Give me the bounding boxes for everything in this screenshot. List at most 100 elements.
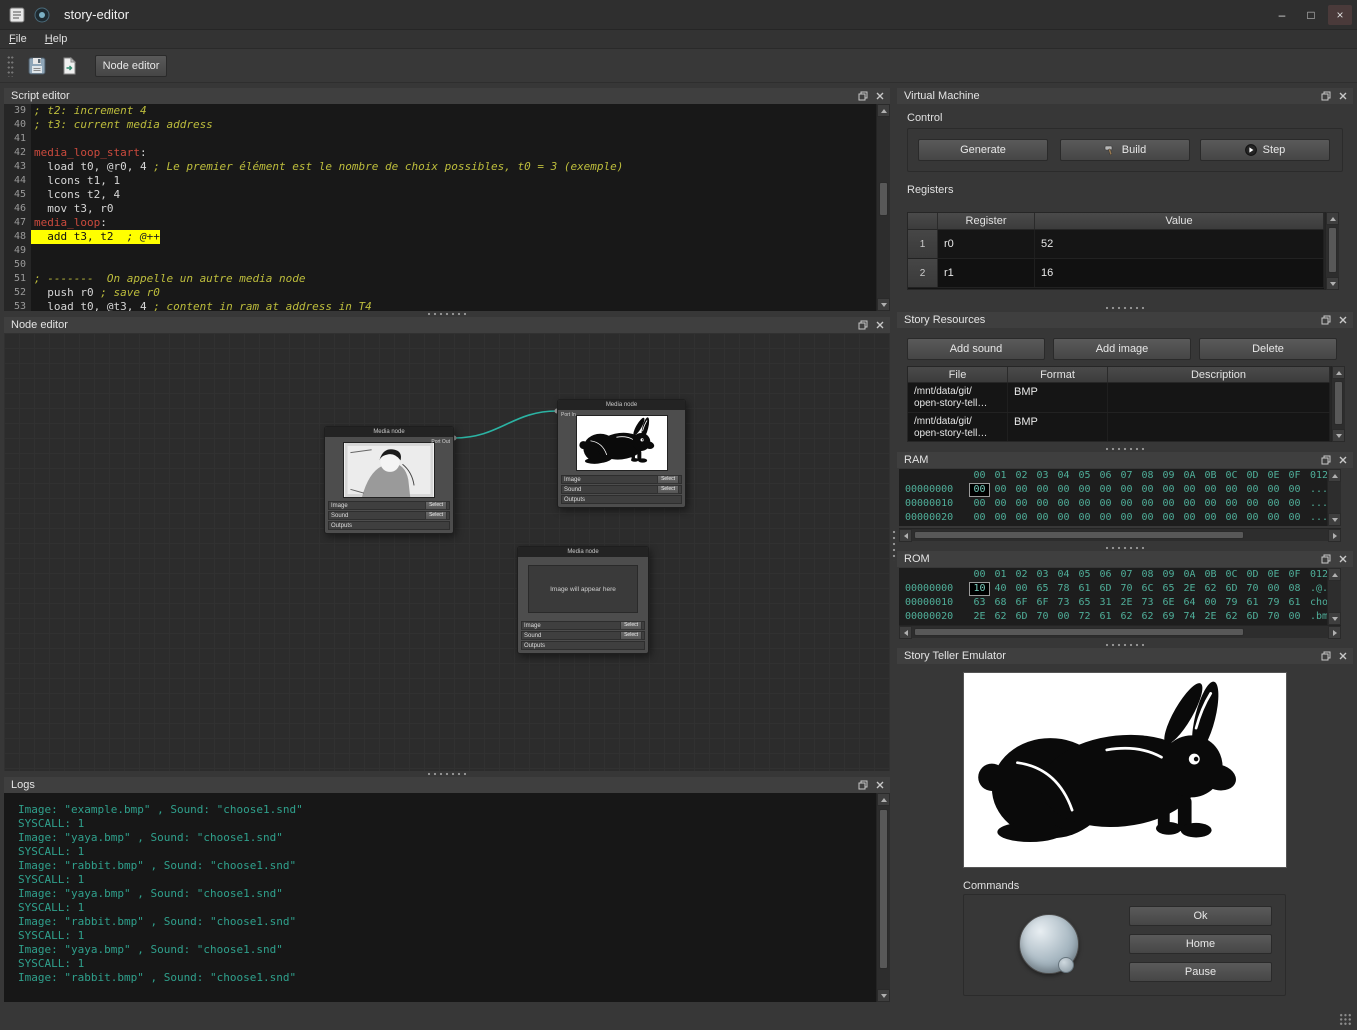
hex-byte[interactable]: 00 xyxy=(1011,511,1032,525)
resize-grip[interactable] xyxy=(1339,1013,1352,1026)
hex-byte[interactable]: 00 xyxy=(1137,511,1158,525)
scroll-left-arrow[interactable] xyxy=(899,529,912,542)
column-splitter[interactable] xyxy=(890,88,897,1002)
toolbar-drag-handle[interactable] xyxy=(7,55,14,77)
hex-byte[interactable]: 73 xyxy=(1137,596,1158,610)
hex-byte[interactable]: 64 xyxy=(1179,596,1200,610)
build-button[interactable]: Build xyxy=(1060,139,1190,161)
line-number[interactable]: 46 xyxy=(4,202,31,216)
close-icon[interactable] xyxy=(873,319,886,331)
scroll-thumb[interactable] xyxy=(914,531,1244,539)
hex-byte[interactable]: 00 xyxy=(1284,610,1305,624)
file-column-header[interactable]: File xyxy=(908,367,1008,382)
hex-byte[interactable]: 00 xyxy=(969,483,990,497)
hex-byte[interactable]: 00 xyxy=(1116,483,1137,497)
maximize-button[interactable]: □ xyxy=(1299,5,1323,25)
scroll-thumb[interactable] xyxy=(879,182,888,216)
scroll-thumb[interactable] xyxy=(879,809,888,969)
hex-byte[interactable]: 00 xyxy=(1200,511,1221,525)
hex-byte[interactable]: 61 xyxy=(1095,610,1116,624)
resource-row[interactable]: /mnt/data/git/ open-story-tell… BMP xyxy=(908,413,1330,442)
scroll-thumb[interactable] xyxy=(1328,227,1337,273)
line-number[interactable]: 43 xyxy=(4,160,31,174)
hex-byte[interactable]: 69 xyxy=(1158,610,1179,624)
menu-file[interactable]: File xyxy=(0,30,36,49)
float-icon[interactable] xyxy=(1319,553,1332,565)
hex-byte[interactable]: 78 xyxy=(1053,582,1074,596)
minimize-button[interactable]: – xyxy=(1270,5,1294,25)
scroll-down-arrow[interactable] xyxy=(1326,277,1339,290)
hex-byte[interactable]: 6D xyxy=(1221,582,1242,596)
hex-byte[interactable]: 00 xyxy=(990,497,1011,511)
scroll-left-arrow[interactable] xyxy=(899,626,912,639)
hex-byte[interactable]: 2E xyxy=(1179,582,1200,596)
resources-vscrollbar[interactable] xyxy=(1331,366,1345,442)
register-value-cell[interactable]: 52 xyxy=(1035,230,1324,258)
hex-byte[interactable]: 00 xyxy=(1032,497,1053,511)
register-name-cell[interactable]: r1 xyxy=(938,259,1035,287)
home-button[interactable]: Home xyxy=(1129,934,1272,954)
log-console[interactable]: Image: "example.bmp" , Sound: "choose1.s… xyxy=(4,793,876,1002)
value-column-header[interactable]: Value xyxy=(1035,213,1324,229)
logs-vscrollbar[interactable] xyxy=(876,793,890,1002)
close-icon[interactable] xyxy=(873,779,886,791)
menu-help[interactable]: Help xyxy=(36,30,77,49)
hex-byte[interactable]: 61 xyxy=(1284,596,1305,610)
rotary-knob[interactable] xyxy=(1019,914,1079,974)
node-select-button[interactable]: Select xyxy=(657,475,679,484)
hex-byte[interactable]: 00 xyxy=(1011,582,1032,596)
hex-byte[interactable]: 6F xyxy=(1032,596,1053,610)
splitter-rom-emulator[interactable] xyxy=(897,641,1353,648)
hex-byte[interactable]: 00 xyxy=(1263,483,1284,497)
line-number[interactable]: 39 xyxy=(4,104,31,118)
hex-byte[interactable]: 2E xyxy=(1116,596,1137,610)
hex-byte[interactable]: 00 xyxy=(1263,511,1284,525)
hex-byte[interactable]: 00 xyxy=(1179,511,1200,525)
hex-byte[interactable]: 6D xyxy=(1011,610,1032,624)
scroll-thumb[interactable] xyxy=(1334,381,1343,425)
hex-byte[interactable]: 08 xyxy=(1284,582,1305,596)
hex-byte[interactable]: 00 xyxy=(1011,497,1032,511)
splitter-vm-resources[interactable] xyxy=(897,304,1353,312)
close-icon[interactable] xyxy=(873,90,886,102)
line-number[interactable]: 53 xyxy=(4,300,31,311)
splitter-resources-ram[interactable] xyxy=(897,445,1353,452)
hex-byte[interactable]: 62 xyxy=(1221,610,1242,624)
scroll-down-arrow[interactable] xyxy=(1328,513,1341,526)
hex-byte[interactable]: 00 xyxy=(1053,511,1074,525)
register-row-r1[interactable]: 2 r1 16 xyxy=(908,259,1324,288)
hex-byte[interactable]: 00 xyxy=(1137,497,1158,511)
hex-byte[interactable]: 00 xyxy=(1158,483,1179,497)
hex-byte[interactable]: 62 xyxy=(1200,582,1221,596)
node-select-button[interactable]: Select xyxy=(620,621,642,630)
registers-vscrollbar[interactable] xyxy=(1325,212,1339,290)
hex-byte[interactable]: 31 xyxy=(1095,596,1116,610)
media-node-1[interactable]: Media node Port Out ImageSelectSoundSele… xyxy=(324,426,454,534)
hex-byte[interactable]: 00 xyxy=(1284,511,1305,525)
hex-byte[interactable]: 00 xyxy=(1263,582,1284,596)
hex-byte[interactable]: 00 xyxy=(1284,483,1305,497)
file-cell[interactable]: /mnt/data/git/ open-story-tell… xyxy=(908,383,1008,412)
ram-hscrollbar[interactable] xyxy=(899,528,1341,541)
hex-byte[interactable]: 68 xyxy=(990,596,1011,610)
hex-byte[interactable]: 00 xyxy=(1053,483,1074,497)
scroll-thumb[interactable] xyxy=(914,628,1244,636)
scroll-right-arrow[interactable] xyxy=(1328,626,1341,639)
line-number[interactable]: 44 xyxy=(4,174,31,188)
hex-byte[interactable]: 00 xyxy=(1158,497,1179,511)
hex-byte[interactable]: 00 xyxy=(1284,497,1305,511)
hex-byte[interactable]: 00 xyxy=(1074,511,1095,525)
node-editor-toggle-button[interactable]: Node editor xyxy=(95,55,167,77)
hex-byte[interactable]: 61 xyxy=(1074,582,1095,596)
node-select-button[interactable]: Select xyxy=(425,501,447,510)
float-icon[interactable] xyxy=(1319,90,1332,102)
rom-vscrollbar[interactable] xyxy=(1327,568,1341,625)
line-number[interactable]: 48 xyxy=(4,230,31,244)
close-button[interactable]: × xyxy=(1328,5,1352,25)
save-button[interactable] xyxy=(24,53,50,79)
hex-byte[interactable]: 72 xyxy=(1074,610,1095,624)
delete-button[interactable]: Delete xyxy=(1199,338,1337,360)
hex-byte[interactable]: 00 xyxy=(1032,483,1053,497)
hex-byte[interactable]: 00 xyxy=(990,511,1011,525)
hex-byte[interactable]: 00 xyxy=(1116,497,1137,511)
